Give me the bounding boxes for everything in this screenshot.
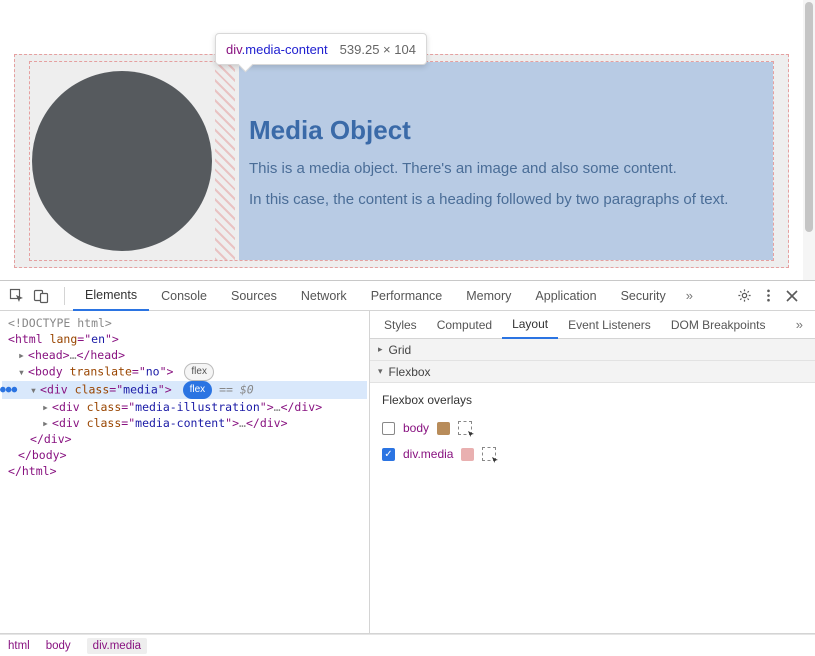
side-tab-dom-breakpoints[interactable]: DOM Breakpoints: [661, 311, 776, 339]
media-illustration-line[interactable]: ▸<div class="media-illustration">…</div>: [2, 399, 367, 415]
media-illustration-box: [30, 62, 215, 260]
overlay-color-media[interactable]: [461, 448, 474, 461]
breadcrumb-media[interactable]: div.media: [87, 638, 147, 654]
selection-dots-icon: ●●●: [0, 382, 17, 398]
dom-tree-panel[interactable]: <!DOCTYPE html> <html lang="en"> ▸<head>…: [0, 311, 370, 633]
flex-badge[interactable]: flex: [184, 363, 214, 381]
flexbox-overlays-body: Flexbox overlays body ✓ div.media: [370, 383, 815, 479]
side-tab-styles[interactable]: Styles: [374, 311, 427, 339]
element-inspect-tooltip: div.media-content 539.25 × 104: [215, 33, 427, 65]
tab-network[interactable]: Network: [289, 281, 359, 311]
media-content-highlight: Media Object This is a media object. The…: [239, 62, 773, 260]
inspect-element-icon[interactable]: [8, 287, 26, 305]
media-heading: Media Object: [249, 115, 763, 146]
overlay-row-body: body: [382, 417, 803, 439]
tab-performance[interactable]: Performance: [359, 281, 455, 311]
flex-gap-hatching: [215, 62, 235, 260]
flexbox-overlays-title: Flexbox overlays: [382, 393, 803, 407]
devtools-toolbar: Elements Console Sources Network Perform…: [0, 281, 815, 311]
tab-application[interactable]: Application: [523, 281, 608, 311]
tab-security[interactable]: Security: [609, 281, 678, 311]
caret-right-icon: ▸: [378, 344, 383, 355]
flexbox-section-header[interactable]: ▾ Flexbox: [370, 361, 815, 383]
media-paragraph-2: In this case, the content is a heading f…: [249, 191, 763, 208]
tabs-overflow-icon[interactable]: »: [678, 288, 701, 303]
settings-gear-icon[interactable]: [735, 287, 753, 305]
tab-sources[interactable]: Sources: [219, 281, 289, 311]
media-circle-image: [32, 71, 212, 251]
tooltip-class: .media-content: [242, 42, 328, 57]
tooltip-dimensions: 539.25 × 104: [340, 42, 416, 57]
rendered-page-preview: div.media-content 539.25 × 104 Media Obj…: [0, 0, 815, 280]
breadcrumb-html[interactable]: html: [8, 640, 30, 652]
overlay-label-body[interactable]: body: [403, 421, 429, 435]
html-open-line[interactable]: <html lang="en">: [2, 331, 367, 347]
flex-outline-outer: div.media-content 539.25 × 104 Media Obj…: [14, 54, 789, 268]
overlay-checkbox-body[interactable]: [382, 422, 395, 435]
scrollbar-thumb[interactable]: [805, 2, 813, 232]
flex-badge-active[interactable]: flex: [183, 381, 213, 399]
body-close-line[interactable]: </body>: [2, 447, 367, 463]
doctype-line: <!DOCTYPE html>: [8, 316, 112, 330]
devtools-panel: Elements Console Sources Network Perform…: [0, 280, 815, 656]
overlay-color-body[interactable]: [437, 422, 450, 435]
side-tab-layout[interactable]: Layout: [502, 311, 558, 339]
side-tab-event-listeners[interactable]: Event Listeners: [558, 311, 661, 339]
head-line[interactable]: ▸<head>…</head>: [2, 347, 367, 363]
media-close-line[interactable]: </div>: [2, 431, 367, 447]
device-toggle-icon[interactable]: [32, 287, 50, 305]
overlay-checkbox-media[interactable]: ✓: [382, 448, 395, 461]
overlay-dashed-icon[interactable]: [482, 447, 496, 461]
media-content-line[interactable]: ▸<div class="media-content">…</div>: [2, 415, 367, 431]
grid-section-label: Grid: [389, 343, 412, 357]
close-devtools-icon[interactable]: [783, 287, 801, 305]
breadcrumb-body[interactable]: body: [46, 640, 71, 652]
flexbox-section-label: Flexbox: [389, 365, 431, 379]
side-tabs-overflow-icon[interactable]: »: [788, 317, 811, 332]
caret-down-icon: ▾: [378, 366, 383, 377]
kebab-menu-icon[interactable]: [759, 287, 777, 305]
side-panel: Styles Computed Layout Event Listeners D…: [370, 311, 815, 633]
tab-memory[interactable]: Memory: [454, 281, 523, 311]
overlay-dashed-icon[interactable]: [458, 421, 472, 435]
tooltip-tag: div: [226, 42, 242, 57]
body-open-line[interactable]: ▾<body translate="no"> flex: [2, 363, 367, 381]
tab-elements[interactable]: Elements: [73, 281, 149, 311]
html-close-line[interactable]: </html>: [2, 463, 367, 479]
dom-breadcrumb-bar: html body div.media: [0, 634, 815, 656]
flex-outline-inner: Media Object This is a media object. The…: [29, 61, 774, 261]
side-tab-computed[interactable]: Computed: [427, 311, 502, 339]
overlay-label-media[interactable]: div.media: [403, 447, 453, 461]
page-scrollbar[interactable]: [803, 0, 815, 280]
grid-section-header[interactable]: ▸ Grid: [370, 339, 815, 361]
overlay-row-media: ✓ div.media: [382, 443, 803, 465]
tab-console[interactable]: Console: [149, 281, 219, 311]
media-div-line-selected[interactable]: ●●● ▾<div class="media"> flex == $0: [2, 381, 367, 399]
media-paragraph-1: This is a media object. There's an image…: [249, 160, 763, 177]
side-panel-tabs: Styles Computed Layout Event Listeners D…: [370, 311, 815, 339]
